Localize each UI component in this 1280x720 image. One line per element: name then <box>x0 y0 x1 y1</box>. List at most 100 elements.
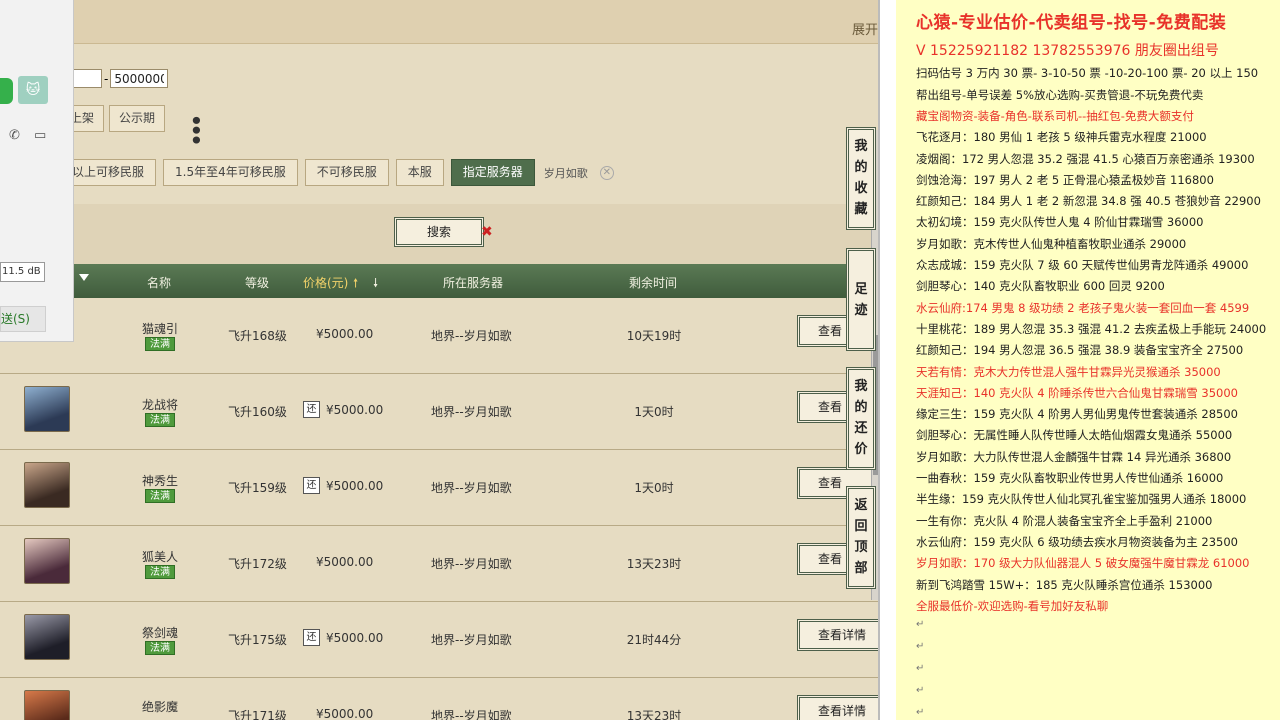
character-name[interactable]: 猫魂引 <box>140 320 180 337</box>
character-server: 地界--岁月如歌 <box>431 329 512 343</box>
table-row[interactable]: 绝影魔 飞升171级 ¥5000.00 地界--岁月如歌 13天23时 查看详情 <box>0 678 880 720</box>
table-row[interactable]: 祭剑魂 法满 飞升175级 还 ¥5000.00 地界--岁月如歌 21时44分… <box>0 602 880 678</box>
character-avatar <box>24 462 70 508</box>
search-button[interactable]: 搜索 <box>394 217 484 247</box>
note-line: 剑胆琴心：140 克火队畜牧职业 600 回灵 9200 <box>916 279 1165 294</box>
price-max-input[interactable] <box>110 69 169 88</box>
screen: 展开 - 上架 公示期 ••• 以上可移民服 1.5年至4年可移民服 不可移民服… <box>0 0 1280 720</box>
view-details-button[interactable]: 查看详情 <box>797 619 880 651</box>
note-line: 藏宝阁物资-装备-角色-联系司机--抽红包-免费大额支付 <box>916 108 1194 123</box>
chat-window: 🐱 ✆ ▭ 11.5 dB 送(S) <box>0 0 74 342</box>
character-avatar <box>24 538 70 584</box>
counter-offer-icon[interactable]: 还 <box>303 401 320 418</box>
note-line: 红颜知己：194 男人忽混 36.5 强混 38.9 装备宝宝齐全 27500 <box>916 343 1244 358</box>
character-server: 地界--岁月如歌 <box>431 481 512 495</box>
header-price[interactable]: 价格(元) <box>303 274 348 291</box>
shelf-tab-public[interactable]: 公示期 <box>109 105 166 132</box>
filter-this-server[interactable]: 本服 <box>395 159 444 186</box>
video-call-icon[interactable]: ▭ <box>34 128 46 143</box>
note-line: 剑蚀沧海：197 男人 2 老 5 正骨混心猿孟极妙音 116800 <box>916 172 1214 187</box>
note-line: 剑胆琴心：无属性睡人队传世睡人太皓仙烟霞女鬼通杀 55000 <box>916 428 1233 443</box>
search-close-icon[interactable]: ✖ <box>481 224 493 240</box>
note-line: 岁月如歌：170 级大力队仙器混人 5 破女魔强牛魔甘霖龙 61000 <box>916 556 1250 571</box>
character-level: 飞升175级 <box>228 633 287 647</box>
character-server: 地界--岁月如歌 <box>431 557 512 571</box>
filter-migrate-1-5-4[interactable]: 1.5年至4年可移民服 <box>163 159 298 186</box>
header-name: 名称 <box>147 276 172 290</box>
filter-no-migrate[interactable]: 不可移民服 <box>304 159 389 186</box>
server-tag: 岁月如歌 <box>543 166 588 180</box>
remaining-time: 21时44分 <box>626 633 682 647</box>
footprint-button[interactable]: 足迹 <box>846 248 876 351</box>
table-row[interactable]: 猫魂引 法满 飞升168级 ¥5000.00 地界--岁月如歌 10天19时 查… <box>0 294 880 374</box>
note-line: 帮出组号-单号误差 5%放心选购-买贵管退-不玩免费代卖 <box>916 87 1204 102</box>
paragraph-mark-icon: ↵ <box>916 663 925 675</box>
character-name[interactable]: 狐美人 <box>140 548 180 565</box>
character-avatar <box>24 386 70 432</box>
note-line: V 15225921182 13782553976 朋友圈出组号 <box>916 43 1219 59</box>
character-price: ¥5000.00 <box>326 631 384 645</box>
note-line: 岁月如歌：大力队传世混人金麟强牛甘霖 14 异光通杀 36800 <box>916 449 1232 464</box>
note-line: 全服最低价-欢迎选购-看号加好友私聊 <box>916 598 1109 613</box>
character-server: 地界--岁月如歌 <box>431 633 512 647</box>
status-badge: 法满 <box>145 413 175 427</box>
paragraph-mark-icon: ↵ <box>916 641 925 653</box>
more-menu-icon[interactable]: ••• <box>184 114 208 143</box>
character-avatar <box>24 614 70 660</box>
paragraph-mark-icon: ↵ <box>916 685 925 697</box>
my-favorites-button[interactable]: 我的收藏 <box>846 127 876 230</box>
note-line: 十里桃花：189 男人忽混 35.3 强混 41.2 去疾孟极上手能玩 2400… <box>916 321 1267 336</box>
note-line: 太初幻境：159 克火队传世人鬼 4 阶仙甘霖瑞雪 36000 <box>916 215 1204 230</box>
expand-link[interactable]: 展开 <box>852 19 878 38</box>
note-line: 扫码估号 3 万内 30 票- 3-10-50 票 -10-20-100 票- … <box>916 66 1259 81</box>
header-server: 所在服务器 <box>443 276 504 290</box>
character-level: 飞升171级 <box>228 709 287 720</box>
character-name[interactable]: 祭剑魂 <box>140 624 180 641</box>
send-button[interactable]: 送(S) <box>0 306 46 332</box>
status-badge: 法满 <box>145 641 175 655</box>
character-price: ¥5000.00 <box>316 707 374 720</box>
status-badge: 法满 <box>145 565 175 579</box>
paragraph-mark-icon: ↵ <box>916 619 925 631</box>
notepad-margin <box>880 0 896 720</box>
trading-site: 展开 - 上架 公示期 ••• 以上可移民服 1.5年至4年可移民服 不可移民服… <box>0 0 880 720</box>
header-time: 剩余时间 <box>629 276 678 290</box>
price-range-dash: - <box>104 71 109 86</box>
note-line: 半生缘：159 克火队传世人仙北冥孔雀宝鉴加强男人通杀 18000 <box>916 492 1247 507</box>
header-level: 等级 <box>245 276 270 290</box>
note-line: 水云仙府：159 克火队 6 级功绩去疾水月物资装备为主 23500 <box>916 534 1238 549</box>
volume-level: 11.5 dB <box>0 262 45 282</box>
view-details-button[interactable]: 查看详情 <box>797 695 880 720</box>
table-row[interactable]: 狐美人 法满 飞升172级 ¥5000.00 地界--岁月如歌 13天23时 查… <box>0 526 880 602</box>
table-row[interactable]: 龙战将 法满 飞升160级 还 ¥5000.00 地界--岁月如歌 1天0时 查… <box>0 374 880 450</box>
contact-avatar[interactable]: 🐱 <box>18 76 48 104</box>
sort-dropdown-icon[interactable] <box>79 274 89 281</box>
note-line: 岁月如歌：克木传世人仙鬼种植畜牧职业通杀 29000 <box>916 236 1187 251</box>
filter-migrate-above[interactable]: 以上可移民服 <box>60 159 157 186</box>
clear-server-icon[interactable]: ✕ <box>599 165 614 180</box>
remaining-time: 1天0时 <box>634 481 674 495</box>
my-counter-offers-button[interactable]: 我的还价 <box>846 367 876 470</box>
note-line: 一生有你：克火队 4 阶混人装备宝宝齐全上手盈利 21000 <box>916 513 1213 528</box>
character-name[interactable]: 龙战将 <box>140 396 180 413</box>
note-line: 飞花逐月：180 男仙 1 老孩 5 级神兵雷克水程度 21000 <box>916 130 1207 145</box>
remaining-time: 13天23时 <box>626 557 682 571</box>
back-to-top-button[interactable]: 返回顶部 <box>846 486 876 589</box>
character-price: ¥5000.00 <box>326 479 384 493</box>
filter-specified-server[interactable]: 指定服务器 <box>450 159 535 186</box>
price-range: - <box>60 69 169 88</box>
character-name[interactable]: 神秀生 <box>140 472 180 489</box>
server-filters: 以上可移民服 1.5年至4年可移民服 不可移民服 本服 指定服务器 岁月如歌 ✕ <box>60 159 614 186</box>
note-line: 缘定三生：159 克火队 4 阶男人男仙男鬼传世套装通杀 28500 <box>916 407 1238 422</box>
sort-up-icon[interactable]: 🠕 <box>353 274 358 295</box>
counter-offer-icon[interactable]: 还 <box>303 629 320 646</box>
table-row[interactable]: 神秀生 法满 飞升159级 还 ¥5000.00 地界--岁月如歌 1天0时 查… <box>0 450 880 526</box>
note-line: 水云仙府:174 男鬼 8 级功绩 2 老孩子鬼火装一套回血一套 4599 <box>916 300 1250 315</box>
phone-icon[interactable]: ✆ <box>9 128 20 143</box>
counter-offer-icon[interactable]: 还 <box>303 477 320 494</box>
note-line: 天涯知己：140 克火队 4 阶睡杀传世六合仙鬼甘霖瑞雪 35000 <box>916 385 1238 400</box>
note-line: 新到飞鸿踏雪 15W+：185 克火队睡杀宫位通杀 153000 <box>916 577 1213 592</box>
character-price: ¥5000.00 <box>326 403 384 417</box>
character-name[interactable]: 绝影魔 <box>140 698 180 715</box>
sort-down-icon[interactable]: 🠗 <box>373 274 378 295</box>
